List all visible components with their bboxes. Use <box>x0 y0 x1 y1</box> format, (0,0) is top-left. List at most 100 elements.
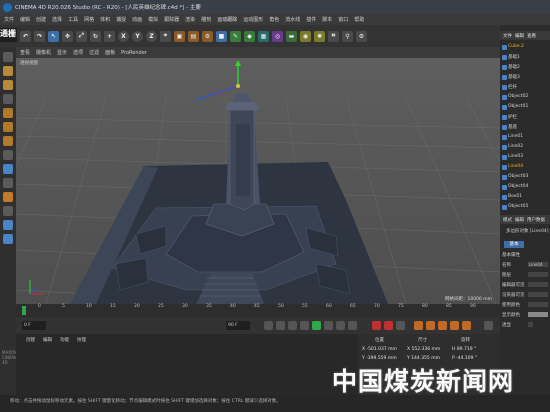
undo-icon[interactable]: ↶ <box>20 30 31 42</box>
timeline-settings-icon[interactable] <box>484 321 493 330</box>
last-tool-icon[interactable]: + <box>104 30 115 42</box>
attributes-menu-mode[interactable]: 模式 <box>503 217 512 223</box>
menu-tools[interactable]: 工具 <box>68 16 78 23</box>
locked-workplane-icon[interactable] <box>3 220 13 230</box>
points-mode-icon[interactable] <box>3 108 13 118</box>
next-key-icon[interactable] <box>336 321 345 330</box>
menu-snap[interactable]: 捕捉 <box>116 16 126 23</box>
material-menu-function[interactable]: 功能 <box>60 337 69 343</box>
object-item[interactable]: Object01 <box>508 104 528 109</box>
end-frame-field[interactable]: 90 F <box>226 321 250 330</box>
point-level-key-icon[interactable] <box>462 321 471 330</box>
move-icon[interactable]: ✥ <box>62 30 73 42</box>
object-item[interactable]: Box01 <box>508 194 522 199</box>
attributes-menu-edit[interactable]: 编辑 <box>515 217 524 223</box>
material-menu-texture[interactable]: 纹理 <box>77 337 86 343</box>
menu-render[interactable]: 渲染 <box>185 16 195 23</box>
menu-script[interactable]: 脚本 <box>322 16 332 23</box>
layer-field[interactable] <box>528 272 548 277</box>
size-y-field[interactable]: Y 144.355 mm <box>407 356 440 361</box>
workplane-icon[interactable]: ⌗ <box>328 30 339 42</box>
object-item[interactable]: 基础1 <box>508 54 520 60</box>
rotation-h-field[interactable]: H 89.719 ° <box>452 347 476 352</box>
object-item[interactable]: Object05 <box>508 204 528 209</box>
object-item[interactable]: 护栏 <box>508 114 517 120</box>
go-to-start-icon[interactable] <box>264 321 273 330</box>
autokey-icon[interactable] <box>384 321 393 330</box>
menu-help[interactable]: 帮助 <box>354 16 364 23</box>
viewport-menu-options[interactable]: 选项 <box>73 49 83 56</box>
display-color-swatch[interactable] <box>528 312 548 317</box>
material-menu-create[interactable]: 创建 <box>26 337 35 343</box>
record-active-icon[interactable] <box>372 321 381 330</box>
viewport-menu-view[interactable]: 查看 <box>20 49 30 56</box>
object-item[interactable]: Line02 <box>508 144 523 149</box>
menu-animate[interactable]: 动画 <box>132 16 142 23</box>
render-settings-icon[interactable]: ⚙ <box>202 30 213 42</box>
x-axis-lock-icon[interactable]: X <box>118 30 129 42</box>
size-x-field[interactable]: X 552.336 mm <box>407 347 440 352</box>
use-color-dropdown[interactable] <box>528 302 548 307</box>
uv-mode-icon[interactable] <box>3 150 13 160</box>
object-name-field[interactable]: Line04 <box>528 262 548 267</box>
menu-character[interactable]: 角色 <box>269 16 279 23</box>
python-icon[interactable]: ⚙ <box>356 30 367 42</box>
play-forward-icon[interactable] <box>312 321 321 330</box>
object-item[interactable]: Object03 <box>508 174 528 179</box>
tweak-mode-icon[interactable] <box>3 178 13 188</box>
live-select-icon[interactable]: ↖ <box>48 30 59 42</box>
attributes-menu-userdata[interactable]: 用户数据 <box>527 217 545 223</box>
object-item[interactable]: 基础3 <box>508 74 520 80</box>
light-icon[interactable]: ✺ <box>314 30 325 42</box>
object-item[interactable]: Line01 <box>508 134 523 139</box>
object-item[interactable]: Object04 <box>508 184 528 189</box>
menu-mesh[interactable]: 网格 <box>84 16 94 23</box>
object-menu-edit[interactable]: 编辑 <box>515 33 524 39</box>
pen-icon[interactable]: ✎ <box>230 30 241 42</box>
rotation-p-field[interactable]: P -44.109 ° <box>452 356 477 361</box>
coordinate-system-icon[interactable]: ⌖ <box>160 30 171 42</box>
object-item[interactable]: 基础2 <box>508 64 520 70</box>
viewport-menu-filter[interactable]: 过滤 <box>89 49 99 56</box>
viewport-menu-display[interactable]: 显示 <box>57 49 67 56</box>
current-frame-field[interactable]: 0 F <box>22 321 46 330</box>
viewport-menu-prorender[interactable]: ProRender <box>121 50 147 56</box>
y-axis-lock-icon[interactable]: Y <box>132 30 143 42</box>
snap-icon[interactable]: ⚲ <box>342 30 353 42</box>
scale-key-icon[interactable] <box>438 321 447 330</box>
axis-mode-icon[interactable] <box>3 164 13 174</box>
subdivision-icon[interactable]: ◆ <box>244 30 255 42</box>
material-menu-edit[interactable]: 编辑 <box>43 337 52 343</box>
menu-window[interactable]: 窗口 <box>338 16 348 23</box>
menu-edit[interactable]: 编辑 <box>20 16 30 23</box>
viewport-menu-panel[interactable]: 面板 <box>105 49 115 56</box>
menu-file[interactable]: 文件 <box>4 16 14 23</box>
make-editable-icon[interactable] <box>3 52 13 62</box>
camera-icon[interactable]: ◉ <box>300 30 311 42</box>
previous-frame-icon[interactable] <box>288 321 297 330</box>
play-backward-icon[interactable] <box>300 321 309 330</box>
menu-create[interactable]: 创建 <box>36 16 46 23</box>
go-to-end-icon[interactable] <box>348 321 357 330</box>
planar-workplane-icon[interactable] <box>3 234 13 244</box>
model-mode-icon[interactable] <box>3 66 13 76</box>
menu-sculpt[interactable]: 雕刻 <box>201 16 211 23</box>
render-picture-viewer-icon[interactable]: ▤ <box>188 30 199 42</box>
menu-tracker[interactable]: 跟踪器 <box>164 16 179 23</box>
editor-visible-dropdown[interactable] <box>528 282 548 287</box>
snapping-icon[interactable] <box>3 206 13 216</box>
menu-volume[interactable]: 体积 <box>100 16 110 23</box>
render-visible-dropdown[interactable] <box>528 292 548 297</box>
perspective-viewport[interactable] <box>16 58 500 304</box>
rotate-icon[interactable]: ↻ <box>90 30 101 42</box>
render-view-icon[interactable]: ▣ <box>174 30 185 42</box>
rotation-key-icon[interactable] <box>426 321 435 330</box>
playhead-marker[interactable] <box>22 306 26 315</box>
menu-motion-tracking[interactable]: 运动跟踪 <box>217 16 237 23</box>
position-y-field[interactable]: Y -399.559 mm <box>362 356 397 361</box>
object-item[interactable]: Cube.2 <box>508 44 524 49</box>
previous-key-icon[interactable] <box>276 321 285 330</box>
object-menu-view[interactable]: 查看 <box>527 33 536 39</box>
object-item-selected[interactable]: Line04 <box>508 164 523 169</box>
menu-simulate[interactable]: 模拟 <box>148 16 158 23</box>
